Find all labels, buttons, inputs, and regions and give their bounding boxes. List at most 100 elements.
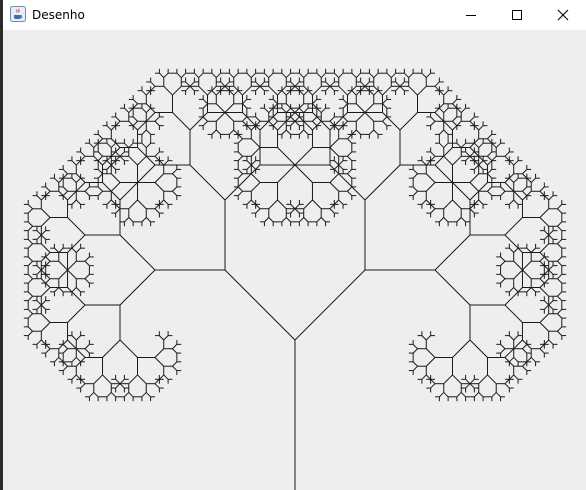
tree-branch (439, 107, 445, 113)
tree-branch (154, 357, 165, 367)
tree-branch (443, 129, 449, 135)
tree-branch (513, 357, 519, 363)
tree-branch (277, 164, 296, 183)
tree-branch (189, 112, 208, 131)
tree-branch (522, 361, 528, 367)
close-button[interactable] (540, 0, 586, 30)
tree-branch (434, 81, 440, 87)
tree-branch (548, 234, 554, 240)
tree-branch (27, 291, 33, 297)
tree-branch (504, 304, 523, 323)
tree-branch (93, 142, 99, 148)
tree-branch (150, 81, 156, 87)
tree-branch (246, 164, 252, 170)
tree-branch (128, 107, 134, 113)
tree-branch (504, 383, 510, 389)
tree-branch (351, 72, 357, 78)
tree-branch (329, 147, 340, 157)
tree-branch (154, 383, 160, 389)
tree-branch (438, 129, 445, 135)
tree-branch (215, 72, 221, 78)
tree-branch (237, 186, 243, 192)
tree-branch (351, 90, 357, 96)
tree-branch (478, 142, 484, 148)
tree-branch (539, 243, 550, 253)
tree-branch (67, 260, 77, 271)
tree-branch (58, 287, 64, 293)
tree-branch (172, 169, 178, 175)
tree-branch (513, 199, 519, 205)
tree-branch (128, 392, 134, 398)
tree-branch (141, 392, 147, 398)
tree-branch (45, 274, 51, 280)
tree-branch (434, 234, 471, 271)
tree-branch (250, 125, 257, 131)
tree-branch (456, 217, 462, 223)
tree-branch (45, 256, 51, 262)
minimize-button[interactable] (448, 0, 494, 30)
tree-branch (443, 90, 449, 96)
maximize-button[interactable] (494, 0, 540, 30)
tree-branch (154, 208, 160, 214)
tree-branch (40, 304, 47, 310)
tree-branch (58, 357, 64, 363)
tree-branch (294, 269, 366, 341)
tree-branch (124, 107, 130, 113)
tree-branch (250, 147, 261, 157)
tree-branch (412, 173, 418, 179)
tree-branch (172, 348, 178, 354)
tree-branch (176, 72, 182, 78)
tree-branch (312, 120, 318, 127)
tree-branch (110, 182, 121, 192)
tree-branch (40, 243, 51, 253)
tree-branch (75, 247, 82, 253)
tree-branch (93, 374, 103, 385)
tree-branch (369, 72, 375, 78)
tree-branch (75, 335, 82, 341)
tree-branch (543, 230, 550, 236)
tree-branch (342, 103, 348, 109)
tree-branch (242, 112, 261, 131)
tree-branch (97, 173, 103, 179)
tree-branch (97, 169, 103, 175)
tree-branch (250, 182, 261, 192)
tree-branch (473, 160, 480, 166)
tree-branch (172, 361, 178, 367)
tree-branch (487, 374, 497, 385)
tree-branch (62, 361, 68, 367)
tree-branch (290, 208, 296, 214)
tree-branch (421, 374, 427, 380)
tree-branch (237, 190, 243, 196)
tree-branch (421, 160, 427, 166)
tree-branch (408, 72, 414, 78)
drawing-canvas[interactable] (3, 30, 586, 490)
title-bar[interactable]: Desenho (3, 0, 586, 30)
tree-branch (338, 72, 344, 78)
tree-branch (522, 190, 528, 196)
tree-branch (71, 357, 77, 363)
tree-branch (500, 190, 506, 197)
tree-branch (412, 348, 418, 354)
maximize-icon (511, 6, 523, 25)
tree-branch (237, 138, 243, 144)
tree-branch (456, 392, 462, 398)
tree-branch (522, 348, 528, 354)
tree-branch (145, 392, 151, 398)
tree-branch (390, 72, 396, 78)
tree-branch (67, 234, 86, 253)
tree-branch (491, 392, 497, 398)
tree-branch (364, 103, 375, 113)
tree-branch (469, 339, 488, 358)
tree-branch (115, 383, 121, 389)
tree-branch (54, 177, 60, 183)
tree-branch (141, 90, 147, 96)
tree-branch (412, 365, 418, 371)
tree-branch (110, 125, 117, 131)
tree-branch (412, 190, 418, 196)
tree-branch (58, 177, 64, 183)
tree-branch (465, 378, 471, 385)
tree-branch (548, 339, 554, 345)
tree-branch (137, 120, 147, 131)
tree-branch (355, 90, 361, 96)
tree-branch (40, 313, 51, 323)
